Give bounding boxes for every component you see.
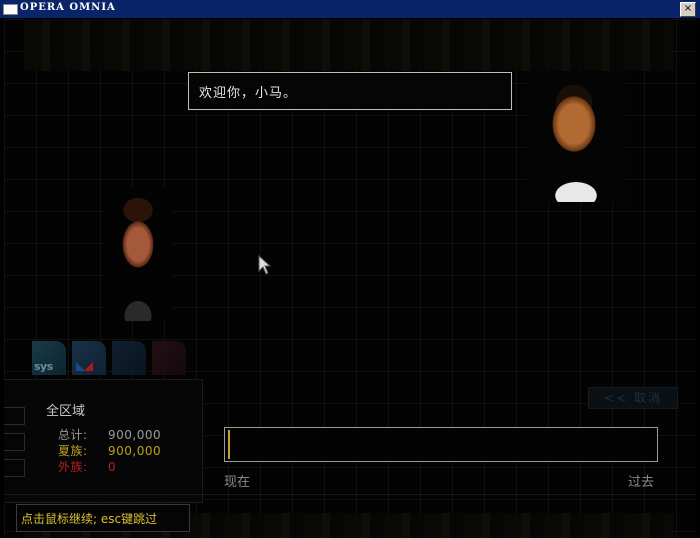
game-window: OPERA OMNIA × 欢迎你，小马。 sys 全区域 总计: 900,000… bbox=[0, 0, 700, 538]
close-button[interactable]: × bbox=[680, 2, 696, 17]
side-tab-1[interactable] bbox=[4, 407, 25, 425]
tab-fourth[interactable] bbox=[152, 341, 186, 375]
stat-xia-value: 900,000 bbox=[108, 444, 162, 458]
timeline-handle[interactable] bbox=[228, 430, 230, 459]
tab-sys[interactable]: sys bbox=[32, 341, 66, 375]
dialog-text: 欢迎你，小马。 bbox=[199, 86, 298, 101]
side-tab-2[interactable] bbox=[4, 433, 25, 451]
tab-third[interactable] bbox=[112, 341, 146, 375]
hint-box: 点击鼠标继续; esc键跳过 bbox=[16, 504, 190, 532]
stat-total-label: 总计: bbox=[58, 428, 88, 442]
title-bar: OPERA OMNIA × bbox=[0, 0, 700, 19]
timeline-now-label: 现在 bbox=[224, 475, 251, 490]
speaker-portrait bbox=[526, 72, 626, 202]
tab-sys-label: sys bbox=[34, 360, 53, 373]
stat-total: 总计: 900,000 bbox=[58, 426, 161, 443]
tab-faction[interactable] bbox=[72, 341, 106, 375]
stat-xia-label: 夏族: bbox=[58, 444, 88, 458]
region-title: 全区域 bbox=[46, 404, 86, 419]
stat-wai-label: 外族: bbox=[58, 460, 88, 474]
mouse-cursor-icon bbox=[258, 255, 272, 275]
stat-wai: 外族: 0 bbox=[58, 458, 116, 475]
dialog-box: 欢迎你，小马。 bbox=[188, 72, 512, 110]
cancel-button[interactable]: << 取消 bbox=[588, 387, 678, 409]
timeline-past-label: 过去 bbox=[628, 475, 655, 490]
decorative-banner-top bbox=[24, 19, 674, 71]
divider bbox=[4, 494, 696, 495]
stat-wai-value: 0 bbox=[108, 460, 117, 474]
stat-total-value: 900,000 bbox=[108, 428, 162, 442]
app-icon bbox=[3, 4, 18, 15]
hint-text: 点击鼠标继续; esc键跳过 bbox=[21, 512, 158, 526]
game-stage[interactable]: 欢迎你，小马。 sys 全区域 总计: 900,000 夏族: 900,000 外族… bbox=[4, 19, 696, 538]
timeline-slider[interactable] bbox=[224, 427, 658, 462]
stat-xia: 夏族: 900,000 bbox=[58, 442, 161, 459]
side-tab-3[interactable] bbox=[4, 459, 25, 477]
window-title: OPERA OMNIA bbox=[20, 2, 116, 13]
listener-portrait bbox=[104, 189, 172, 321]
